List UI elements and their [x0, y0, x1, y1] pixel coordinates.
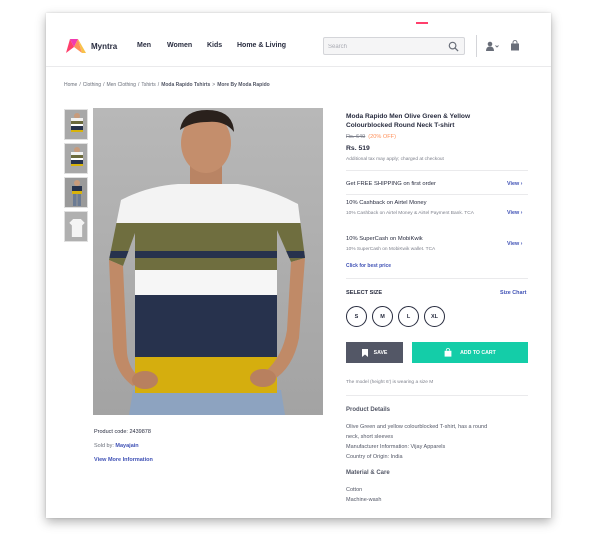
- mrp-row: Rs. 649 (20% OFF): [346, 134, 396, 140]
- header-divider: [476, 35, 477, 57]
- offer-view-link[interactable]: View ›: [507, 241, 522, 247]
- breadcrumb-men-clothing[interactable]: Men Clothing: [106, 82, 135, 88]
- save-button[interactable]: SAVE: [346, 342, 403, 363]
- airtel-offer-title: 10% Cashback on Airtel Money: [346, 200, 427, 206]
- best-price-link[interactable]: Click for best price: [346, 263, 391, 269]
- product-details-line: Country of Origin: India: [346, 454, 403, 460]
- select-size-label: SELECT SIZE: [346, 290, 383, 296]
- search-icon[interactable]: [448, 41, 459, 52]
- breadcrumb-more-by-brand[interactable]: More By Moda Rapido: [217, 82, 270, 88]
- seller-link[interactable]: Mayajain: [115, 443, 138, 449]
- breadcrumb-separator: >: [212, 82, 216, 88]
- breadcrumb-home[interactable]: Home: [64, 82, 77, 88]
- size-l-button[interactable]: L: [398, 306, 419, 327]
- nav-men[interactable]: Men: [137, 42, 151, 49]
- product-thumbnail-1[interactable]: [64, 109, 88, 140]
- offer-view-link[interactable]: View ›: [507, 181, 522, 187]
- bag-icon[interactable]: [510, 40, 520, 51]
- selling-price: Rs. 519: [346, 145, 370, 152]
- thumbnail-shirt-icon: [71, 118, 83, 132]
- material-care-line: Cotton: [346, 487, 363, 493]
- free-shipping-offer: Get FREE SHIPPING on first order: [346, 181, 436, 187]
- product-code: Product code: 2439878: [94, 429, 151, 435]
- thumbnail-shirt-icon: [71, 152, 83, 166]
- search-box[interactable]: [323, 37, 465, 55]
- discount-badge: (20% OFF): [368, 134, 396, 140]
- bag-icon: [444, 348, 452, 357]
- model-size-note: The model (height 6') is wearing a size …: [346, 380, 434, 385]
- size-xl-button[interactable]: XL: [424, 306, 445, 327]
- breadcrumb-moda-rapido-tshirts[interactable]: Moda Rapido Tshirts: [161, 82, 210, 88]
- divider: [346, 278, 528, 279]
- add-to-cart-label: ADD TO CART: [460, 349, 496, 356]
- breadcrumb-clothing[interactable]: Clothing: [83, 82, 101, 88]
- material-care-heading: Material & Care: [346, 470, 390, 476]
- offer-view-link[interactable]: View ›: [507, 210, 522, 216]
- mrp-price: Rs. 649: [346, 134, 366, 140]
- breadcrumb-separator: /: [103, 82, 105, 88]
- nav-home-living[interactable]: Home & Living: [237, 42, 286, 49]
- product-details-heading: Product Details: [346, 407, 391, 413]
- divider: [346, 395, 528, 396]
- product-page-window: Myntra Men Women Kids Home & Living Home…: [46, 13, 551, 518]
- airtel-offer-sub: 10% Cashback on Airtel Money & Airtel Pa…: [346, 211, 474, 216]
- breadcrumb-tshirts[interactable]: Tshirts: [141, 82, 155, 88]
- model-photo-illustration: [109, 110, 305, 415]
- breadcrumb: Home / Clothing / Men Clothing / Tshirts / Moda …: [64, 82, 270, 88]
- mobikwik-offer-title: 10% SuperCash on MobiKwik: [346, 236, 423, 242]
- size-s-button[interactable]: S: [346, 306, 367, 327]
- add-to-cart-button[interactable]: ADD TO CART: [412, 342, 528, 363]
- sold-by-label: Sold by:: [94, 443, 114, 449]
- nav-kids[interactable]: Kids: [207, 42, 222, 49]
- sold-by: Sold by: Mayajain: [94, 443, 139, 449]
- view-more-information-link[interactable]: View More Information: [94, 457, 153, 463]
- product-details-line: Olive Green and yellow colourblocked T-s…: [346, 424, 488, 430]
- product-thumbnail-2[interactable]: [64, 143, 88, 174]
- myntra-logo-icon[interactable]: [65, 38, 87, 54]
- nav-women[interactable]: Women: [167, 42, 192, 49]
- view-more-container: View More Information: [94, 457, 153, 463]
- site-header: Myntra Men Women Kids Home & Living: [46, 13, 551, 67]
- breadcrumb-separator: /: [79, 82, 81, 88]
- size-m-button[interactable]: M: [372, 306, 393, 327]
- brand-name[interactable]: Myntra: [91, 42, 117, 51]
- bookmark-icon: [361, 348, 368, 357]
- divider: [346, 170, 528, 171]
- view-link-label: View: [507, 241, 520, 247]
- product-title: Moda Rapido Men Olive Green & Yellow Col…: [346, 113, 471, 129]
- breadcrumb-separator: /: [157, 82, 160, 88]
- material-care-line: Machine-wash: [346, 497, 382, 503]
- view-link-label: View: [507, 210, 520, 216]
- search-input[interactable]: [328, 41, 438, 52]
- divider: [346, 194, 528, 195]
- product-details-line: Manufacturer Information: Vijay Apparels: [346, 444, 446, 450]
- thumbnail-fullbody-icon: [72, 186, 82, 206]
- main-product-image[interactable]: [93, 108, 323, 415]
- mobikwik-offer-sub: 10% SuperCash on MobiKwik wallet. TCA: [346, 247, 436, 252]
- size-chart-link[interactable]: Size Chart: [500, 290, 526, 296]
- product-thumbnail-4[interactable]: [64, 211, 88, 242]
- profile-icon[interactable]: [485, 41, 499, 51]
- product-details-line: neck, short sleeves: [346, 434, 394, 440]
- thumbnail-shirt-back-icon: [69, 219, 85, 237]
- tax-note: Additional tax may apply; charged at che…: [346, 157, 444, 162]
- product-thumbnail-3[interactable]: [64, 177, 88, 208]
- save-button-label: SAVE: [373, 349, 388, 356]
- view-link-label: View: [507, 181, 520, 187]
- breadcrumb-separator: /: [137, 82, 140, 88]
